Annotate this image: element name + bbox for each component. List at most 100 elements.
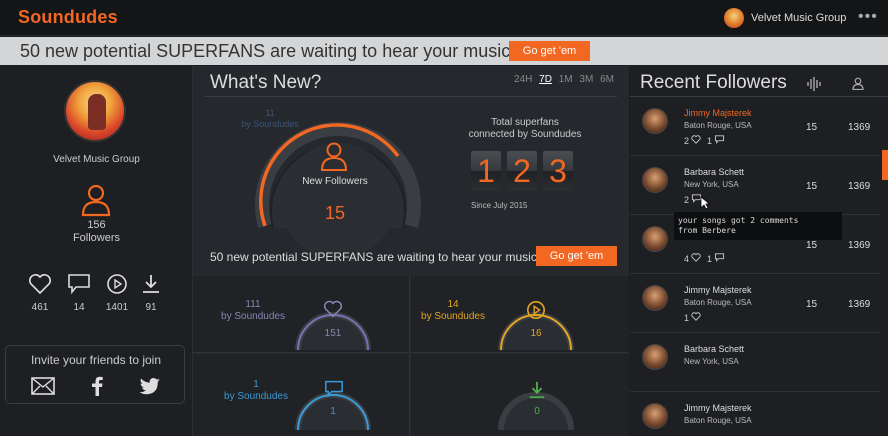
cursor-icon (700, 196, 711, 215)
flip-digit: 2 (507, 151, 537, 191)
follower-col2: 1369 (848, 122, 871, 133)
user-avatar[interactable] (724, 8, 744, 28)
comment-icon (59, 273, 99, 295)
follower-location: Baton Rouge, USA (684, 121, 752, 130)
stat-value: 461 (31, 302, 49, 313)
follower-col1: 15 (806, 240, 818, 251)
tile-soundudes-count: 111 by Soundudes (221, 299, 285, 322)
gauge-value: 15 (324, 203, 346, 223)
invite-panel: Invite your friends to join (5, 345, 185, 404)
followers-count: 156 (87, 219, 106, 231)
app-window: Soundudes Velvet Music Group ••• 50 new … (0, 0, 888, 436)
top-bar: Soundudes Velvet Music Group ••• (0, 0, 888, 36)
email-icon[interactable] (31, 376, 55, 396)
user-name[interactable]: Velvet Music Group (751, 12, 846, 24)
person-icon[interactable] (852, 77, 864, 95)
scrollbar-thumb[interactable] (882, 150, 888, 180)
comment-icon (324, 380, 344, 403)
divider (630, 96, 888, 97)
follower-stats: 4 1 (684, 253, 725, 264)
go-get-em-button[interactable]: Go get 'em (509, 41, 590, 61)
follower-col2: 1369 (848, 240, 871, 251)
follower-avatar[interactable] (642, 285, 668, 311)
invite-title: Invite your friends to join (30, 353, 162, 367)
follower-name[interactable]: Barbara Schett (684, 344, 744, 354)
heart-icon (20, 273, 60, 295)
waveform-icon[interactable] (806, 76, 822, 97)
follower-name[interactable]: Barbara Schett (684, 167, 744, 177)
person-icon (80, 183, 112, 222)
app-logo[interactable]: Soundudes (18, 7, 118, 28)
recent-followers-title: Recent Followers (640, 72, 787, 93)
gauge-label: New Followers (302, 176, 368, 187)
follower-col1: 15 (806, 181, 818, 192)
whats-new-title: What's New? (210, 72, 322, 93)
follower-avatar[interactable] (642, 403, 668, 429)
follower-location: New York, USA (684, 357, 739, 366)
follower-row[interactable]: Jimmy Majsterek Baton Rouge, USA (630, 393, 880, 436)
follower-col2: 1369 (848, 181, 871, 192)
facebook-icon[interactable] (90, 376, 104, 396)
recent-followers-panel: Recent Followers Jimmy Majsterek Baton R… (630, 66, 888, 436)
stat-value: 14 (73, 302, 85, 313)
follower-row[interactable]: Jimmy Majsterek Baton Rouge, USA 1 15 13… (630, 275, 880, 333)
follower-avatar[interactable] (642, 167, 668, 193)
play-icon (526, 300, 546, 325)
follower-avatar[interactable] (642, 108, 668, 134)
period-24h[interactable]: 24H (514, 74, 532, 85)
person-icon (320, 141, 348, 176)
tile-soundudes-count: 1 by Soundudes (224, 379, 288, 402)
banner-text: 50 new potential SUPERFANS are waiting t… (20, 41, 511, 61)
tile-value: 16 (530, 328, 542, 339)
gauge-soundudes-count: 11 by Soundudes (241, 108, 299, 129)
follower-name[interactable]: Jimmy Majsterek (684, 403, 752, 413)
follower-col2: 1369 (848, 299, 871, 310)
heart-icon (691, 312, 701, 323)
profile-sidebar: Velvet Music Group 156 Followers 461 14 … (0, 66, 193, 436)
tile-value: 151 (324, 328, 342, 339)
follower-row[interactable]: Barbara Schett New York, USA 2 15 1369 (630, 157, 880, 215)
stat-comments[interactable]: 14 (59, 273, 99, 313)
period-1m[interactable]: 1M (559, 74, 573, 85)
divider (205, 96, 617, 97)
follower-col1: 15 (806, 299, 818, 310)
profile-name: Velvet Music Group (53, 154, 140, 165)
follower-name[interactable]: Jimmy Majsterek (684, 108, 752, 118)
comment-icon (714, 135, 725, 146)
period-7d[interactable]: 7D (539, 74, 552, 85)
twitter-icon[interactable] (139, 376, 161, 396)
go-get-em-button[interactable]: Go get 'em (536, 246, 617, 266)
follower-stats: 2 1 (684, 135, 725, 146)
tile-value: 0 (534, 406, 540, 417)
follower-row[interactable]: Barbara Schett New York, USA (630, 334, 880, 392)
stat-likes[interactable]: 461 (20, 273, 60, 313)
follower-col1: 15 (806, 122, 818, 133)
follower-avatar[interactable] (642, 226, 668, 252)
period-3m[interactable]: 3M (579, 74, 593, 85)
plays-tile[interactable]: 14 by Soundudes 16 (411, 276, 629, 353)
follower-avatar[interactable] (642, 344, 668, 370)
mid-banner-text: 50 new potential SUPERFANS are waiting t… (210, 250, 537, 264)
heart-icon (323, 300, 343, 323)
follower-stats: 1 (684, 312, 701, 323)
stat-downloads[interactable]: 91 (131, 273, 171, 313)
likes-tile[interactable]: 111 by Soundudes 151 (193, 276, 410, 353)
profile-avatar[interactable] (64, 80, 126, 142)
whats-new-panel: What's New? 24H 7D 1M 3M 6M 11 by Soundu… (193, 66, 629, 436)
follower-location: Baton Rouge, USA (684, 416, 752, 425)
superfans-banner: 50 new potential SUPERFANS are waiting t… (0, 37, 888, 65)
download-icon (131, 273, 171, 295)
follower-row[interactable]: Jimmy Majsterek Baton Rouge, USA 2 1 15 … (630, 98, 880, 156)
heart-icon (691, 135, 701, 146)
comments-tile[interactable]: 1 by Soundudes 1 (193, 354, 410, 436)
superfans-title: Total superfans connected by Soundudes (468, 117, 582, 140)
follower-name[interactable]: Jimmy Majsterek (684, 285, 752, 295)
period-selector: 24H 7D 1M 3M 6M (510, 74, 614, 85)
download-icon (527, 380, 547, 405)
followers-label: Followers (72, 232, 121, 244)
more-icon[interactable]: ••• (858, 8, 878, 26)
downloads-tile[interactable]: 0 (411, 354, 629, 436)
period-6m[interactable]: 6M (600, 74, 614, 85)
flip-digit: 1 (471, 151, 501, 191)
follower-location: Baton Rouge, USA (684, 298, 752, 307)
